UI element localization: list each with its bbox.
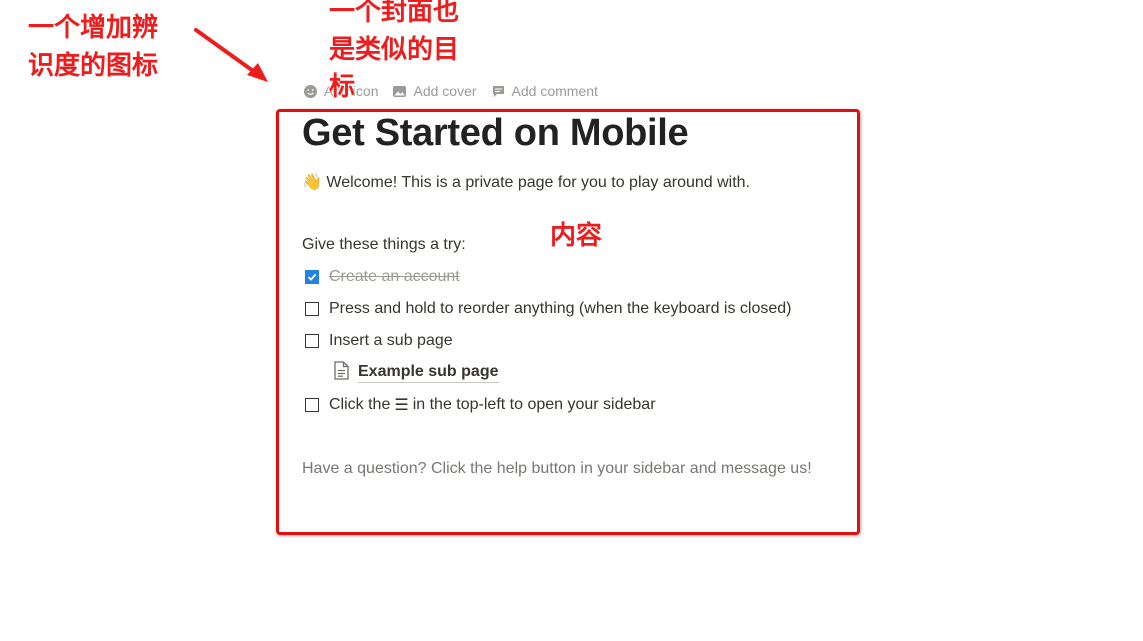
subpage-link[interactable]: Example sub page <box>333 361 499 385</box>
smiley-icon <box>303 84 318 99</box>
try-heading[interactable]: Give these things a try: <box>302 236 466 254</box>
todo-label: Insert a sub page <box>329 332 453 349</box>
hamburger-menu-icon: ☰ <box>394 397 409 414</box>
todo-item[interactable]: Insert a sub page <box>305 329 453 353</box>
todo-item[interactable]: Press and hold to reorder anything (when… <box>305 297 791 321</box>
todo-label: Press and hold to reorder anything (when… <box>329 300 792 317</box>
todo-label-after: in the top-left to open your sidebar <box>412 396 656 413</box>
help-text[interactable]: Have a question? Click the help button i… <box>302 460 812 478</box>
welcome-line[interactable]: 👋 Welcome! This is a private page for yo… <box>302 172 750 192</box>
checkbox-checked[interactable] <box>305 270 319 284</box>
annotation-cover-note: 一个封面也是类似的目标 <box>329 0 460 103</box>
add-comment-label: Add comment <box>511 83 598 99</box>
checkbox-unchecked[interactable] <box>305 302 319 316</box>
annotation-arrow-icon <box>194 28 268 82</box>
page-icon <box>333 361 350 385</box>
comment-icon <box>491 84 506 99</box>
todo-label-before: Click the <box>329 396 391 413</box>
add-comment-button[interactable]: Add comment <box>491 83 598 99</box>
todo-item[interactable]: Click the ☰ in the top-left to open your… <box>305 393 656 417</box>
welcome-text: Welcome! This is a private page for you … <box>326 174 750 191</box>
waving-hand-icon: 👋 <box>302 174 322 191</box>
checkbox-unchecked[interactable] <box>305 398 319 412</box>
page-title[interactable]: Get Started on Mobile <box>302 112 689 155</box>
checkbox-unchecked[interactable] <box>305 334 319 348</box>
annotation-icon-note: 一个增加辨识度的图标 <box>28 13 159 81</box>
subpage-label: Example sub page <box>358 363 499 383</box>
checkmark-icon <box>307 273 317 281</box>
todo-label: Create an account <box>329 268 460 285</box>
todo-item[interactable]: Create an account <box>305 265 460 289</box>
